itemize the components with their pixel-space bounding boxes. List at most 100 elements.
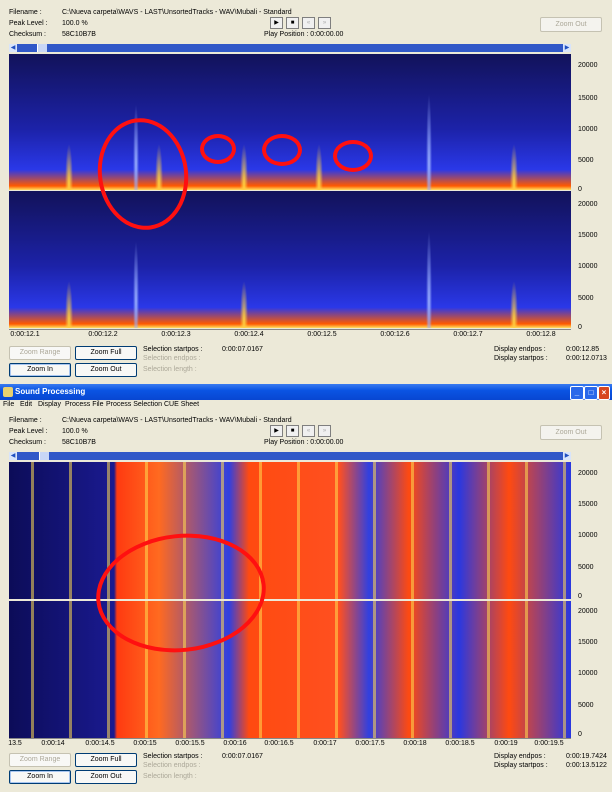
menu-cue-sheet[interactable]: CUE Sheet <box>164 401 199 408</box>
zoom-full-button[interactable]: Zoom Full <box>75 753 137 767</box>
x-tick: 0:00:19 <box>494 740 518 747</box>
x-tick: 0:00:14 <box>41 740 65 747</box>
y-tick: 15000 <box>578 501 598 508</box>
time-axis-top: 0:00:12.1 0:00:12.2 0:00:12.3 0:00:12.4 … <box>9 329 571 340</box>
transport-controls: ▶ ■ « » <box>270 17 331 29</box>
top-pane: Filename : C:\Nueva carpeta\WAVS - LAST\… <box>0 0 612 382</box>
y-tick: 5000 <box>578 564 594 571</box>
minimize-icon[interactable]: _ <box>570 386 584 400</box>
channel-right <box>9 601 571 738</box>
rewind-icon: « <box>306 428 311 434</box>
menu-file[interactable]: File <box>3 401 14 408</box>
display-startpos-value: 0:00:13.5122 <box>566 762 607 769</box>
play-icon: ▶ <box>274 428 279 434</box>
zoom-full-button[interactable]: Zoom Full <box>75 346 137 360</box>
spectrogram-top[interactable] <box>9 54 571 328</box>
zoom-out-button[interactable]: Zoom Out <box>75 363 137 377</box>
display-startpos-label: Display startpos : <box>494 762 548 769</box>
filename-value: C:\Nueva carpeta\WAVS - LAST\UnsortedTra… <box>62 417 292 424</box>
checksum-label: Checksum : <box>9 31 46 38</box>
play-position: Play Position : 0:00:00.00 <box>264 439 344 446</box>
y-tick: 20000 <box>578 62 598 69</box>
menu-edit[interactable]: Edit <box>20 401 32 408</box>
zoom-out-button-disabled[interactable]: Zoom Out <box>540 17 602 32</box>
scroll-right-icon[interactable]: ▶ <box>563 44 571 52</box>
play-position: Play Position : 0:00:00.00 <box>264 31 344 38</box>
x-tick: 0:00:12.8 <box>526 331 556 338</box>
x-tick: 0:00:12.2 <box>88 331 118 338</box>
annotation-circle <box>200 134 236 164</box>
channel-left <box>9 54 571 190</box>
scroll-left-icon[interactable]: ◀ <box>9 452 17 460</box>
peak-level-label: Peak Level : <box>9 428 48 435</box>
menu-bar: File Edit Display Process File Process S… <box>0 400 612 411</box>
scroll-thumb[interactable] <box>39 452 49 460</box>
zoom-in-button[interactable]: Zoom In <box>9 770 71 784</box>
scroll-left-icon[interactable]: ◀ <box>9 44 17 52</box>
y-tick: 20000 <box>578 608 598 615</box>
menu-process-file[interactable]: Process File <box>65 401 104 408</box>
horizontal-scrollbar[interactable]: ◀ ▶ <box>9 44 571 52</box>
x-tick: 0:00:12.5 <box>307 331 337 338</box>
annotation-circle <box>333 140 373 172</box>
scroll-thumb[interactable] <box>37 44 47 52</box>
x-tick: 0:00:16 <box>223 740 247 747</box>
x-tick: 0:00:19.5 <box>534 740 564 747</box>
y-tick: 0 <box>578 731 582 738</box>
peak-level-label: Peak Level : <box>9 20 48 27</box>
stop-button[interactable]: ■ <box>286 17 299 29</box>
fast-forward-button[interactable]: » <box>318 17 331 29</box>
zoom-range-button[interactable]: Zoom Range <box>9 346 71 360</box>
y-tick: 10000 <box>578 670 598 677</box>
transport-controls: ▶ ■ « » <box>270 425 331 437</box>
checksum-value: 58C10B7B <box>62 439 96 446</box>
checksum-value: 58C10B7B <box>62 31 96 38</box>
window-title: Sound Processing <box>15 387 86 396</box>
x-tick: 0:00:17.5 <box>355 740 385 747</box>
time-axis-bottom: 13.5 0:00:14 0:00:14.5 0:00:15 0:00:15.5… <box>8 738 571 749</box>
fast-forward-button[interactable]: » <box>318 425 331 437</box>
x-tick: 0:00:14.5 <box>85 740 115 747</box>
play-button[interactable]: ▶ <box>270 425 283 437</box>
selection-endpos-label: Selection endpos : <box>143 355 201 362</box>
y-tick: 5000 <box>578 702 594 709</box>
zoom-in-button[interactable]: Zoom In <box>9 363 71 377</box>
selection-startpos-value: 0:00:07.0167 <box>222 753 263 760</box>
display-endpos-value: 0:00:12.85 <box>566 346 600 353</box>
y-tick: 20000 <box>578 201 598 208</box>
x-tick: 0:00:15.5 <box>175 740 205 747</box>
scroll-right-icon[interactable]: ▶ <box>563 452 571 460</box>
channel-right <box>9 191 571 328</box>
horizontal-scrollbar[interactable]: ◀ ▶ <box>9 452 571 460</box>
rewind-button[interactable]: « <box>302 17 315 29</box>
checksum-label: Checksum : <box>9 439 46 446</box>
x-tick: 0:00:17 <box>313 740 337 747</box>
y-tick: 0 <box>578 324 582 331</box>
y-tick: 10000 <box>578 263 598 270</box>
window-titlebar[interactable]: Sound Processing _ □ × <box>0 384 612 400</box>
stop-icon: ■ <box>290 20 295 26</box>
stop-button[interactable]: ■ <box>286 425 299 437</box>
menu-process-selection[interactable]: Process Selection <box>106 401 162 408</box>
maximize-icon[interactable]: □ <box>584 386 598 400</box>
play-button[interactable]: ▶ <box>270 17 283 29</box>
selection-startpos-value: 0:00:07.0167 <box>222 346 263 353</box>
x-tick: 13.5 <box>8 740 22 747</box>
stop-icon: ■ <box>290 428 295 434</box>
zoom-range-button[interactable]: Zoom Range <box>9 753 71 767</box>
x-tick: 0:00:18.5 <box>445 740 475 747</box>
menu-display[interactable]: Display <box>38 401 61 408</box>
zoom-out-button-disabled[interactable]: Zoom Out <box>540 425 602 440</box>
channel-left <box>9 462 571 599</box>
selection-length-label: Selection length : <box>143 773 197 780</box>
filename-label: Filename : <box>9 9 42 16</box>
rewind-button[interactable]: « <box>302 425 315 437</box>
y-tick: 5000 <box>578 157 594 164</box>
x-tick: 0:00:15 <box>133 740 157 747</box>
spectrogram-bottom[interactable] <box>9 462 571 738</box>
x-tick: 0:00:18 <box>403 740 427 747</box>
annotation-circle <box>262 134 302 166</box>
close-icon[interactable]: × <box>598 386 610 400</box>
y-tick: 0 <box>578 593 582 600</box>
zoom-out-button[interactable]: Zoom Out <box>75 770 137 784</box>
